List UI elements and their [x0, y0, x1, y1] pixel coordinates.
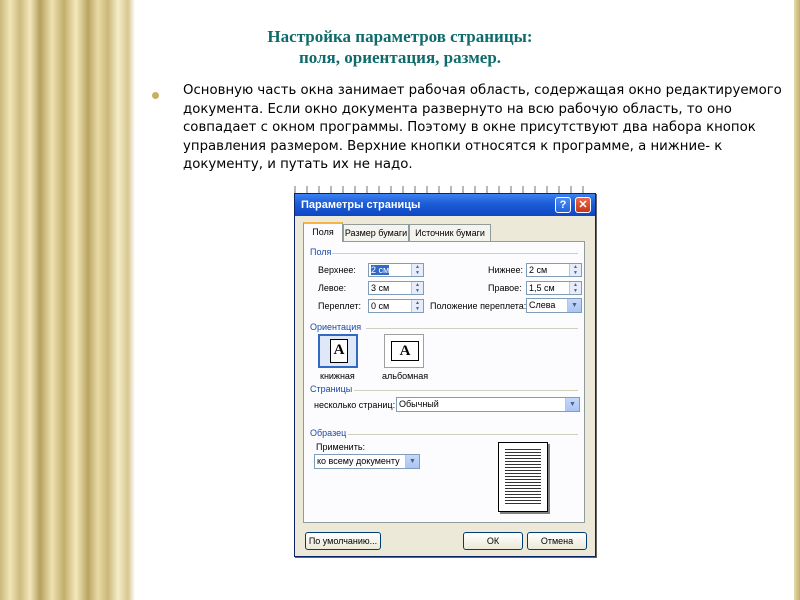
left-margin-value: 3 см [371, 283, 390, 293]
landscape-page-icon: A [391, 341, 419, 361]
close-button[interactable]: ✕ [575, 197, 591, 213]
portrait-option[interactable]: A [318, 334, 358, 368]
top-margin-value: 2 см [371, 265, 390, 275]
top-margin-label: Верхнее: [318, 265, 356, 275]
multiple-pages-select[interactable]: Обычный ▼ [396, 397, 580, 412]
bottom-margin-field[interactable]: 2 см ▲ ▼ [526, 263, 582, 277]
page-preview [498, 442, 548, 512]
decorative-stripes [0, 0, 135, 600]
spin-arrows-icon[interactable]: ▲ ▼ [411, 282, 423, 294]
right-margin-label: Правое: [488, 283, 522, 293]
tab-margins[interactable]: Поля [303, 222, 343, 242]
gutter-position-label: Положение переплета: [430, 301, 527, 311]
top-margin-field[interactable]: 2 см ▲ ▼ [368, 263, 424, 277]
chevron-down-icon[interactable]: ▼ [567, 299, 581, 312]
bottom-margin-label: Нижнее: [488, 265, 524, 275]
chevron-down-icon[interactable]: ▼ [565, 398, 579, 411]
section-divider [366, 328, 578, 329]
dialog-title: Параметры страницы [301, 199, 421, 211]
tab-paper-size[interactable]: Размер бумаги [343, 224, 409, 241]
ok-button[interactable]: ОК [463, 532, 523, 550]
spin-arrows-icon[interactable]: ▲ ▼ [569, 282, 581, 294]
gutter-position-value: Слева [529, 300, 556, 310]
left-margin-field[interactable]: 3 см ▲ ▼ [368, 281, 424, 295]
ruler-strip [294, 186, 594, 193]
tab-panel: Поля Верхнее: 2 см ▲ ▼ Нижнее: 2 см ▲ ▼ Ле… [303, 241, 585, 523]
gutter-label: Переплет: [318, 301, 361, 311]
preview-text-lines [505, 449, 541, 505]
cancel-button[interactable]: Отмена [527, 532, 587, 550]
spin-arrows-icon[interactable]: ▲ ▼ [569, 264, 581, 276]
margins-section-label: Поля [310, 247, 332, 257]
slide-title-line1: Настройка параметров страницы: [267, 27, 533, 46]
apply-to-label: Применить: [316, 442, 366, 452]
help-button[interactable]: ? [555, 197, 571, 213]
chevron-down-icon[interactable]: ▼ [405, 455, 419, 468]
preview-section-label: Образец [310, 428, 347, 438]
gutter-position-select[interactable]: Слева ▼ [526, 298, 582, 313]
slide-title-line2: поля, ориентация, размер. [298, 48, 502, 67]
left-margin-label: Левое: [318, 283, 347, 293]
spin-arrows-icon[interactable]: ▲ ▼ [411, 264, 423, 276]
multiple-pages-label: несколько страниц: [314, 400, 396, 410]
slide-body-text: Основную часть окна занимает рабочая обл… [183, 83, 782, 172]
tab-paper-source[interactable]: Источник бумаги [409, 224, 491, 241]
spin-arrows-icon[interactable]: ▲ ▼ [411, 300, 423, 312]
right-margin-field[interactable]: 1,5 см ▲ ▼ [526, 281, 582, 295]
decorative-stripe-right [794, 0, 800, 600]
gutter-field[interactable]: 0 см ▲ ▼ [368, 299, 424, 313]
section-divider [332, 253, 578, 254]
right-margin-value: 1,5 см [529, 283, 555, 293]
slide-title: Настройка параметров страницы: поля, ори… [190, 26, 610, 68]
bottom-margin-value: 2 см [529, 265, 548, 275]
page-setup-dialog: Параметры страницы ? ✕ Поля Размер бумаг… [294, 193, 596, 557]
multiple-pages-value: Обычный [399, 399, 439, 409]
bullet-icon [152, 92, 162, 102]
orientation-section-label: Ориентация [310, 322, 362, 332]
gutter-value: 0 см [371, 301, 390, 311]
dialog-titlebar[interactable]: Параметры страницы ? ✕ [295, 194, 595, 216]
portrait-page-icon: A [330, 339, 348, 363]
landscape-option[interactable]: A [384, 334, 424, 368]
apply-to-select[interactable]: ко всему документу ▼ [314, 454, 420, 469]
portrait-label: книжная [320, 371, 355, 381]
apply-to-value: ко всему документу [317, 456, 400, 466]
section-divider [354, 390, 578, 391]
default-button[interactable]: По умолчанию... [305, 532, 381, 550]
section-divider [348, 434, 578, 435]
pages-section-label: Страницы [310, 384, 353, 394]
landscape-label: альбомная [382, 371, 429, 381]
